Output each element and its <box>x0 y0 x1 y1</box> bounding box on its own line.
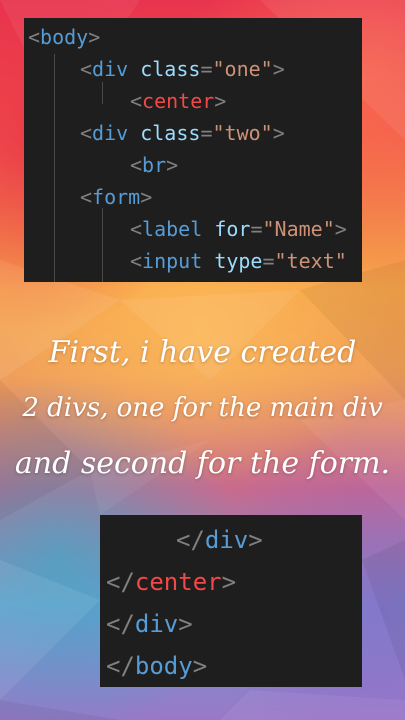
code-line: <input type="text" <box>130 249 347 273</box>
code-line: </div> <box>106 610 193 638</box>
indent-guide <box>102 82 103 104</box>
code-line: </body> <box>106 652 208 680</box>
code-line: <body> <box>28 25 101 49</box>
code-snippet-top: <body> <div class="one"> <center> <div c… <box>24 18 362 282</box>
indent-guide <box>102 208 103 282</box>
code-line: <br> <box>130 153 179 177</box>
caption-line-1: First, i have created <box>48 335 357 370</box>
code-line: <center> <box>130 89 227 113</box>
code-line: </div> <box>176 526 263 554</box>
code-line: <form> <box>80 185 153 209</box>
code-snippet-bottom: </div> </center> </div> </body> <box>100 515 362 687</box>
code-line: </center> <box>106 568 237 596</box>
code-line: <div class="two"> <box>80 121 285 145</box>
caption-line-2: 2 divs, one for the main div <box>22 393 383 423</box>
code-line: <label for="Name"> <box>130 217 347 241</box>
caption-line-3: and second for the form. <box>14 446 391 481</box>
code-line: <div class="one"> <box>80 57 285 81</box>
indent-guide <box>54 54 55 282</box>
